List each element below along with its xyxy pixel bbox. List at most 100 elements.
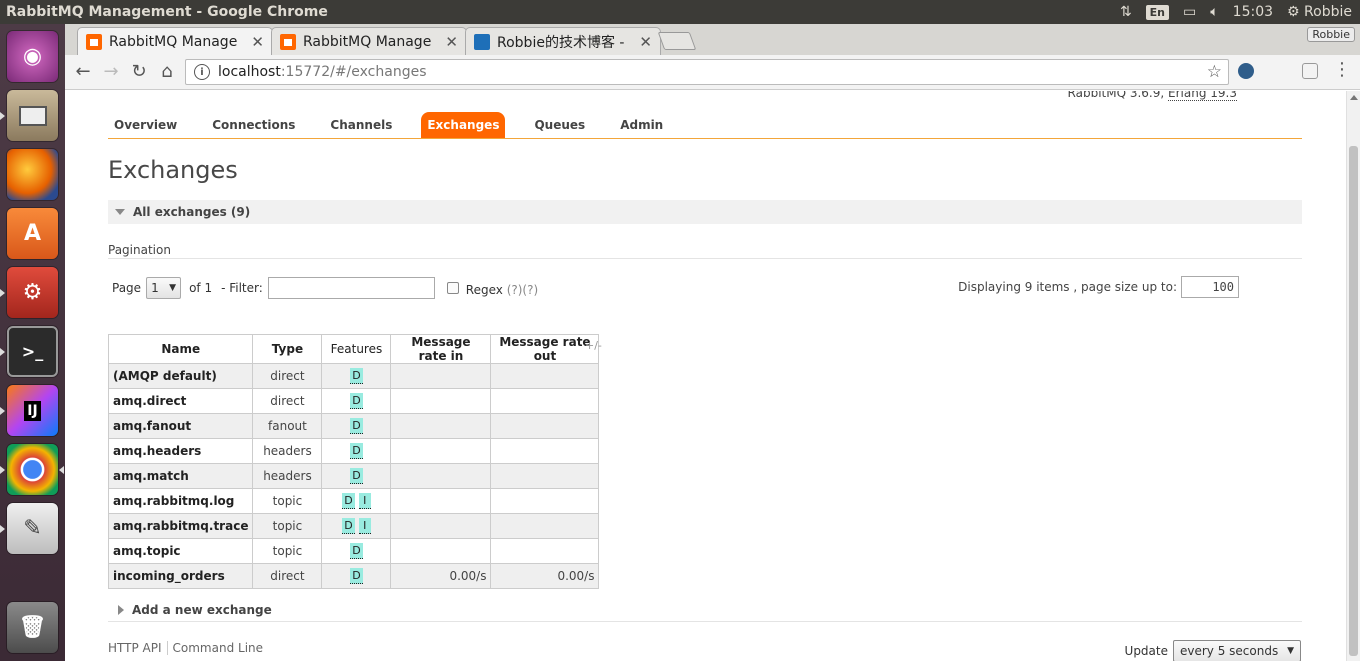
- add-exchange-toggle[interactable]: Add a new exchange: [108, 598, 1302, 622]
- exchange-name-link[interactable]: incoming_orders: [107, 563, 254, 589]
- rate-out: [490, 413, 600, 439]
- nav-queues[interactable]: Queues: [528, 112, 591, 138]
- scroll-up-icon[interactable]: [1350, 95, 1358, 100]
- user-menu[interactable]: ⚙ Robbie: [1287, 4, 1352, 20]
- home-button[interactable]: ⌂: [156, 61, 178, 82]
- site-info-icon[interactable]: i: [194, 64, 210, 80]
- column-toggle[interactable]: +/-: [585, 339, 602, 352]
- chrome-icon[interactable]: [7, 444, 58, 495]
- feature-badge: D: [342, 518, 355, 534]
- exchange-name-link[interactable]: (AMQP default): [107, 363, 254, 389]
- exchange-name-link[interactable]: amq.topic: [107, 538, 254, 564]
- page-scrollbar[interactable]: [1346, 91, 1360, 661]
- rabbitmq-version: RabbitMQ 3.6.9,: [1067, 91, 1165, 100]
- rate-in: 0.00/s: [390, 563, 492, 589]
- rate-in: [390, 388, 492, 414]
- forward-button[interactable]: →: [100, 61, 122, 82]
- back-button[interactable]: ←: [72, 61, 94, 82]
- close-tab-icon[interactable]: ✕: [633, 33, 652, 51]
- exchange-name-link[interactable]: amq.fanout: [107, 413, 254, 439]
- exchange-type: direct: [252, 563, 323, 589]
- dropdown-arrow-icon: ▼: [1287, 646, 1294, 656]
- nav-overview[interactable]: Overview: [108, 112, 183, 138]
- volume-icon[interactable]: 🔈︎: [1210, 4, 1218, 20]
- trash-icon[interactable]: 🗑︎: [7, 602, 58, 653]
- update-interval-select[interactable]: every 5 seconds ▼: [1173, 640, 1301, 661]
- regex-help-link[interactable]: (?)(?): [507, 283, 538, 297]
- nav-channels[interactable]: Channels: [324, 112, 398, 138]
- system-settings-icon[interactable]: ⚙: [7, 267, 58, 318]
- profile-button[interactable]: Robbie: [1307, 27, 1355, 42]
- rate-out: [490, 538, 600, 564]
- scroll-thumb[interactable]: [1349, 146, 1358, 656]
- feature-badge: D: [350, 443, 363, 459]
- filter-input[interactable]: [267, 277, 435, 299]
- nav-admin[interactable]: Admin: [614, 112, 669, 138]
- ubuntu-dash-icon[interactable]: ◉: [7, 31, 58, 82]
- extension-icon[interactable]: [1238, 63, 1254, 79]
- page-size-input[interactable]: 100: [1181, 276, 1239, 298]
- exchange-type: fanout: [252, 413, 323, 439]
- software-center-icon[interactable]: A: [7, 208, 58, 259]
- regex-label: Regex: [465, 283, 503, 297]
- network-icon[interactable]: ⇅: [1120, 4, 1132, 20]
- table-row: amq.rabbitmq.trace topic D I: [107, 513, 600, 539]
- col-rate-in[interactable]: Message rate in: [390, 334, 492, 364]
- battery-icon[interactable]: ▭: [1183, 4, 1196, 20]
- running-indicator: [0, 525, 5, 533]
- exchange-features: D: [321, 563, 392, 589]
- gear-icon: ⚙: [1287, 4, 1300, 20]
- terminal-icon[interactable]: >_: [7, 326, 58, 377]
- page-select[interactable]: 1 ▼: [146, 277, 182, 299]
- exchange-features: D: [321, 363, 392, 389]
- table-header-row: Name Type Features Message rate in Messa…: [107, 334, 600, 364]
- page-size-control: Displaying 9 items , page size up to: 10…: [958, 276, 1239, 298]
- window-title: RabbitMQ Management - Google Chrome: [6, 4, 328, 20]
- exchange-name-link[interactable]: amq.rabbitmq.trace: [107, 513, 254, 539]
- shield-extension-icon[interactable]: [1302, 63, 1318, 79]
- rabbitmq-favicon-icon: [86, 33, 102, 50]
- clock[interactable]: 15:03: [1233, 4, 1273, 20]
- all-exchanges-toggle[interactable]: All exchanges (9): [108, 200, 1302, 224]
- tab-blog[interactable]: Robbie的技术博客 - ✕: [465, 27, 661, 55]
- exchange-type: headers: [252, 463, 323, 489]
- exchange-name-link[interactable]: amq.headers: [107, 438, 254, 464]
- col-rate-out[interactable]: Message rate out: [490, 334, 600, 364]
- running-indicator: [0, 348, 5, 356]
- feature-badge: D: [350, 393, 363, 409]
- tab-rabbitmq-1[interactable]: RabbitMQ Manage ✕: [77, 27, 273, 55]
- chrome-menu-icon[interactable]: ⋮: [1331, 59, 1353, 80]
- command-line-link[interactable]: Command Line: [173, 641, 264, 655]
- text-editor-icon[interactable]: ✎: [7, 503, 58, 554]
- filter-label: - Filter:: [221, 281, 263, 295]
- reload-button[interactable]: ↻: [128, 61, 150, 82]
- table-row: amq.headers headers D: [107, 438, 600, 464]
- new-tab-button[interactable]: [657, 32, 697, 50]
- close-tab-icon[interactable]: ✕: [245, 33, 264, 51]
- exchange-name-link[interactable]: amq.match: [107, 463, 254, 489]
- exchange-name-link[interactable]: amq.direct: [107, 388, 254, 414]
- running-indicator: [0, 407, 5, 415]
- nav-exchanges[interactable]: Exchanges: [421, 112, 506, 138]
- keyboard-layout-indicator[interactable]: En: [1145, 4, 1170, 20]
- regex-checkbox[interactable]: [446, 282, 459, 294]
- http-api-link[interactable]: HTTP API: [108, 641, 162, 655]
- col-name[interactable]: Name: [107, 334, 254, 364]
- rabbitmq-favicon-icon: [280, 33, 296, 50]
- tab-rabbitmq-2[interactable]: RabbitMQ Manage ✕: [271, 27, 467, 55]
- exchange-features: D: [321, 463, 392, 489]
- exchange-features: D: [321, 413, 392, 439]
- exchange-name-link[interactable]: amq.rabbitmq.log: [107, 488, 254, 514]
- user-name: Robbie: [1304, 4, 1352, 20]
- address-bar[interactable]: i localhost:15772/#/exchanges ☆: [185, 59, 1229, 85]
- intellij-icon[interactable]: IJ: [7, 385, 58, 436]
- file-cabinet-icon[interactable]: [7, 90, 58, 141]
- regex-label-group: Regex (?)(?): [466, 283, 538, 297]
- close-tab-icon[interactable]: ✕: [439, 33, 458, 51]
- exchange-type: direct: [252, 388, 323, 414]
- page-viewport: RabbitMQ 3.6.9, Erlang 19.3 Overview Con…: [65, 91, 1346, 661]
- col-type[interactable]: Type: [252, 334, 323, 364]
- nav-connections[interactable]: Connections: [206, 112, 301, 138]
- firefox-icon[interactable]: [7, 149, 58, 200]
- bookmark-star-icon[interactable]: ☆: [1207, 62, 1222, 82]
